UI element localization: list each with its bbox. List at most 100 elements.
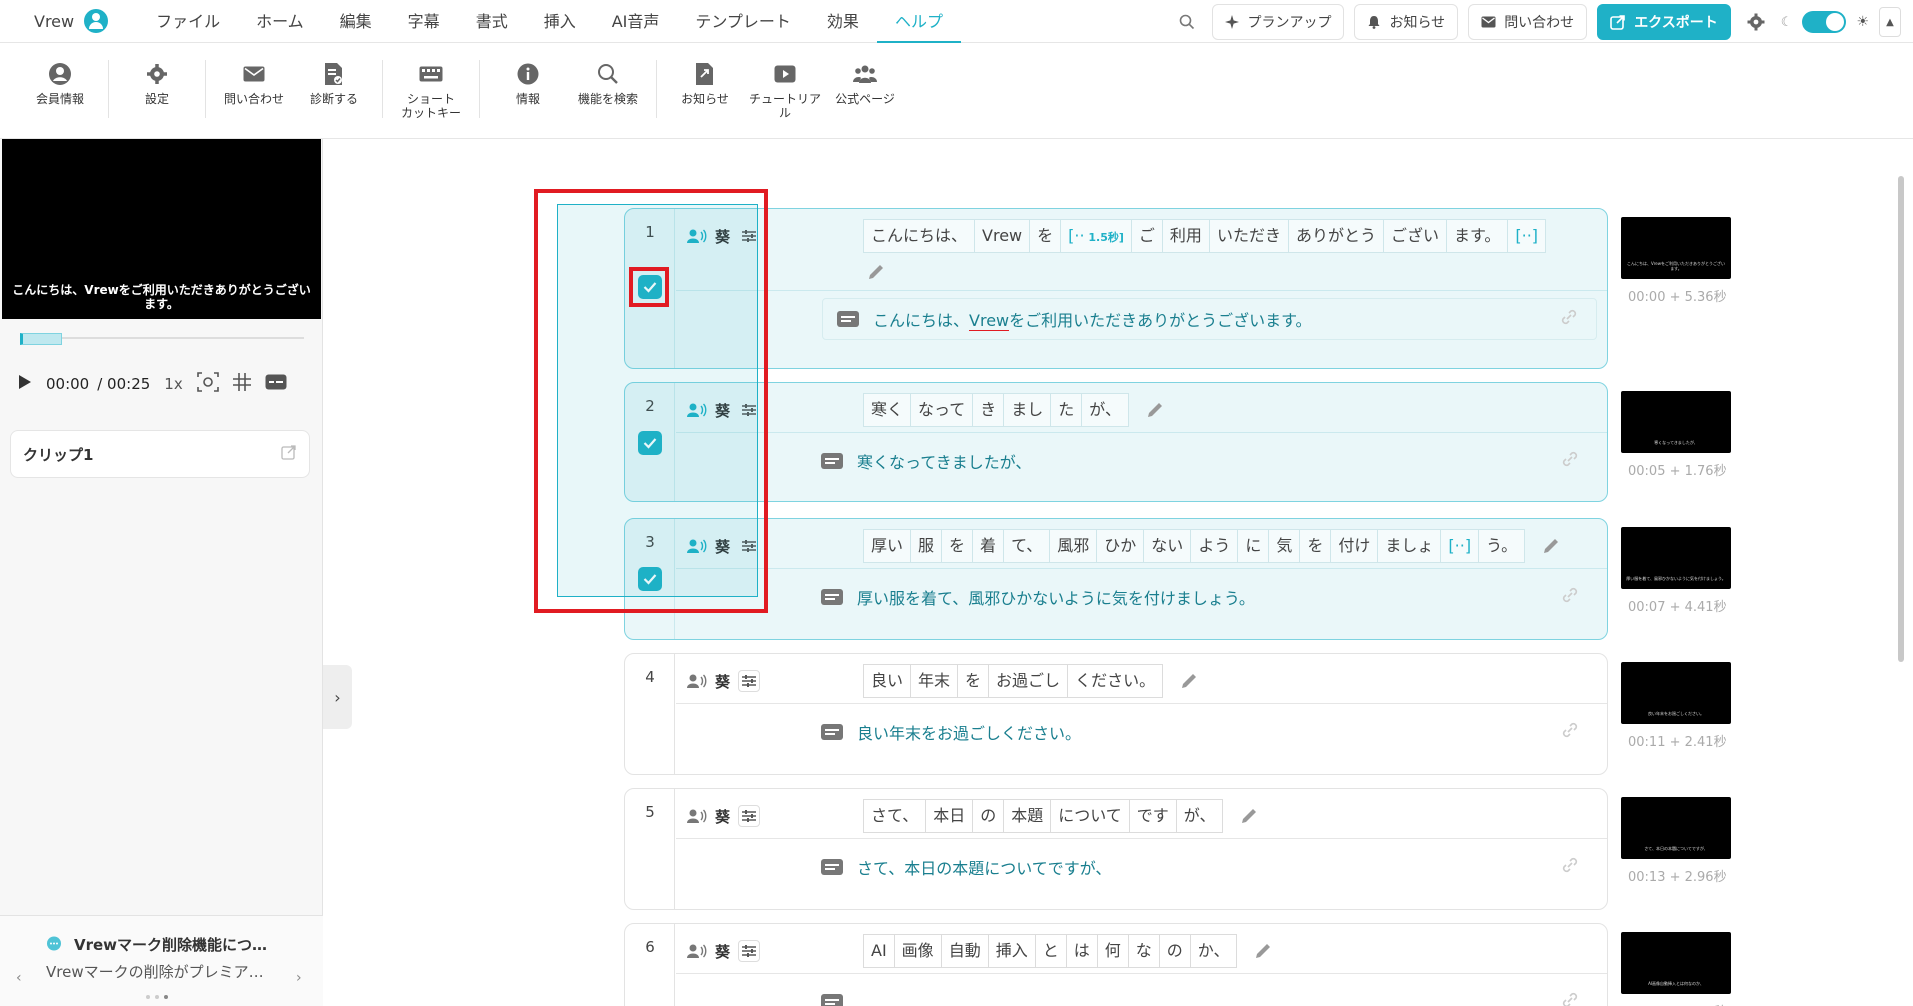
word-token[interactable]: て、 <box>1003 529 1051 563</box>
word-token[interactable]: 寒く <box>863 393 912 427</box>
voice-settings-icon[interactable] <box>738 940 761 962</box>
speaker-selector[interactable]: 葵 <box>687 670 761 692</box>
word-token[interactable]: を <box>1299 529 1332 563</box>
ribbon-item-5[interactable]: 情報 <box>488 60 568 106</box>
word-token[interactable]: について <box>1050 799 1130 833</box>
word-token[interactable]: ご <box>1130 219 1163 253</box>
word-token[interactable]: Vrew <box>974 219 1031 253</box>
word-token[interactable]: た <box>1050 393 1083 427</box>
grid-icon[interactable] <box>232 373 251 395</box>
account-avatar-icon[interactable] <box>84 9 109 33</box>
ribbon-item-1[interactable]: 設定 <box>117 60 197 106</box>
edit-pencil-icon[interactable] <box>1146 393 1164 427</box>
clip-thumbnail[interactable]: AI画像自動挿入とは何なのか、 <box>1621 932 1731 994</box>
link-icon[interactable] <box>1561 991 1579 1006</box>
word-token[interactable]: の <box>972 799 1005 833</box>
word-token[interactable]: いただき <box>1208 219 1289 253</box>
menu-item-3[interactable]: 字幕 <box>390 0 458 43</box>
open-external-icon[interactable] <box>281 444 297 464</box>
clip-thumbnail[interactable]: 良い年末をお過ごしください。 <box>1621 662 1731 724</box>
menu-item-2[interactable]: 編集 <box>322 0 390 43</box>
brand[interactable]: Vrew <box>34 9 109 33</box>
clip-panel-card[interactable]: クリップ1 <box>10 430 310 478</box>
word-token[interactable]: 利用 <box>1161 219 1210 253</box>
subtitle-toggle-icon[interactable] <box>265 374 287 394</box>
scrollbar[interactable] <box>1898 176 1904 662</box>
ribbon-item-6[interactable]: 機能を検索 <box>568 60 648 106</box>
word-token[interactable]: が、 <box>1175 799 1224 833</box>
link-icon[interactable] <box>1561 586 1579 608</box>
word-token[interactable]: に <box>1237 529 1270 563</box>
word-token[interactable]: ひか <box>1096 529 1145 563</box>
word-token[interactable]: 画像 <box>893 934 942 968</box>
speaker-selector[interactable]: 葵 <box>687 805 761 827</box>
word-token[interactable]: の <box>1158 934 1191 968</box>
silence-gap-token[interactable]: [··] <box>1507 219 1547 253</box>
gear-icon[interactable] <box>1741 4 1771 40</box>
carousel-dot[interactable] <box>146 995 150 999</box>
edit-pencil-icon[interactable] <box>1240 799 1258 833</box>
theme-toggle[interactable] <box>1802 11 1847 33</box>
word-token[interactable]: ましょ <box>1377 529 1442 563</box>
menu-item-5[interactable]: 挿入 <box>526 0 594 43</box>
subtitle-line[interactable]: 寒くなってきましたが、 <box>807 440 1597 482</box>
clip-row[interactable]: 4 葵良い 年末をお過ごし ください。 良い年末をお過ごしください。 <box>624 653 1608 775</box>
word-token[interactable]: を <box>1029 219 1062 253</box>
contact-button[interactable]: 問い合わせ <box>1468 4 1588 40</box>
subtitle-line[interactable] <box>807 981 1597 1006</box>
word-token[interactable]: 着 <box>972 529 1005 563</box>
ribbon-item-4[interactable]: ショート カットキー <box>391 60 471 120</box>
word-token[interactable]: よう <box>1190 529 1239 563</box>
word-token[interactable]: ありがとう <box>1287 219 1384 253</box>
clip-thumbnail[interactable]: さて、本日の本題についてですが、 <box>1621 797 1731 859</box>
ribbon-item-8[interactable]: チュートリアル <box>745 60 825 120</box>
word-token[interactable]: 本題 <box>1003 799 1052 833</box>
video-preview[interactable]: こんにちは、Vrewをご利用いただきありがとうございます。 <box>2 139 321 319</box>
subtitle-line[interactable]: 厚い服を着て、風邪ひかないように気を付けましょう。 <box>807 576 1597 618</box>
link-icon[interactable] <box>1560 308 1578 330</box>
subtitle-line[interactable]: 良い年末をお過ごしください。 <box>807 711 1597 753</box>
word-token[interactable]: ござい <box>1382 219 1447 253</box>
edit-pencil-icon[interactable] <box>1180 664 1198 698</box>
word-token[interactable]: こんにちは、 <box>863 219 976 253</box>
word-token[interactable]: か、 <box>1189 934 1238 968</box>
word-token[interactable]: は <box>1065 934 1098 968</box>
ribbon-item-7[interactable]: お知らせ <box>665 60 745 106</box>
word-token[interactable]: 気 <box>1268 529 1301 563</box>
clip-row[interactable]: 5 葵さて、 本日の本題 について です が、 さて、本日の本題についてですが、 <box>624 788 1608 910</box>
voice-settings-icon[interactable] <box>738 805 761 827</box>
chevron-left-icon[interactable]: ‹ <box>16 970 22 986</box>
ribbon-item-9[interactable]: 公式ページ <box>825 60 905 106</box>
word-token[interactable]: 挿入 <box>987 934 1036 968</box>
word-token[interactable]: 何 <box>1096 934 1129 968</box>
clip-row[interactable]: 6 葵 AI 画像 自動 挿入とは何なのか、 <box>624 923 1608 1006</box>
menu-item-6[interactable]: AI音声 <box>594 0 678 43</box>
menu-item-7[interactable]: テンプレート <box>677 0 809 43</box>
word-token[interactable]: なって <box>910 393 974 427</box>
word-token[interactable]: う。 <box>1478 529 1526 563</box>
plan-up-button[interactable]: プランアップ <box>1212 4 1345 40</box>
word-token[interactable]: を <box>957 664 990 698</box>
search-icon[interactable] <box>1172 4 1202 40</box>
menu-item-1[interactable]: ホーム <box>238 0 322 43</box>
speed-button[interactable]: 1x <box>164 375 182 393</box>
word-token[interactable]: ます。 <box>1445 219 1509 253</box>
notice-carousel[interactable]: ‹ › Vrewマーク削除機能につ… Vrewマークの削除がプレミア… <box>0 915 323 1006</box>
word-token[interactable]: 年末 <box>910 664 959 698</box>
carousel-dot[interactable] <box>155 995 159 999</box>
word-token[interactable]: 風邪 <box>1049 529 1098 563</box>
word-token[interactable]: まし <box>1003 393 1052 427</box>
export-button[interactable]: エクスポート <box>1597 4 1731 40</box>
carousel-dot[interactable] <box>164 995 168 999</box>
edit-pencil-icon[interactable] <box>1542 529 1560 563</box>
clip-row[interactable]: 2 葵寒く なってきましたが、 寒くなってきましたが、 <box>624 382 1608 502</box>
word-token[interactable]: が、 <box>1081 393 1129 427</box>
menu-item-0[interactable]: ファイル <box>138 0 238 43</box>
notices-button[interactable]: お知らせ <box>1354 4 1459 40</box>
word-token[interactable]: です <box>1128 799 1177 833</box>
clip-row[interactable]: 3 葵厚い服を着て、 風邪 ひか ない ように気を付け ましょ [··] う。 厚い服を着て、風邪… <box>624 518 1608 640</box>
link-icon[interactable] <box>1561 856 1579 878</box>
camera-icon[interactable] <box>196 372 219 396</box>
word-token[interactable]: な <box>1127 934 1160 968</box>
expand-panel-button[interactable]: › <box>323 665 352 729</box>
